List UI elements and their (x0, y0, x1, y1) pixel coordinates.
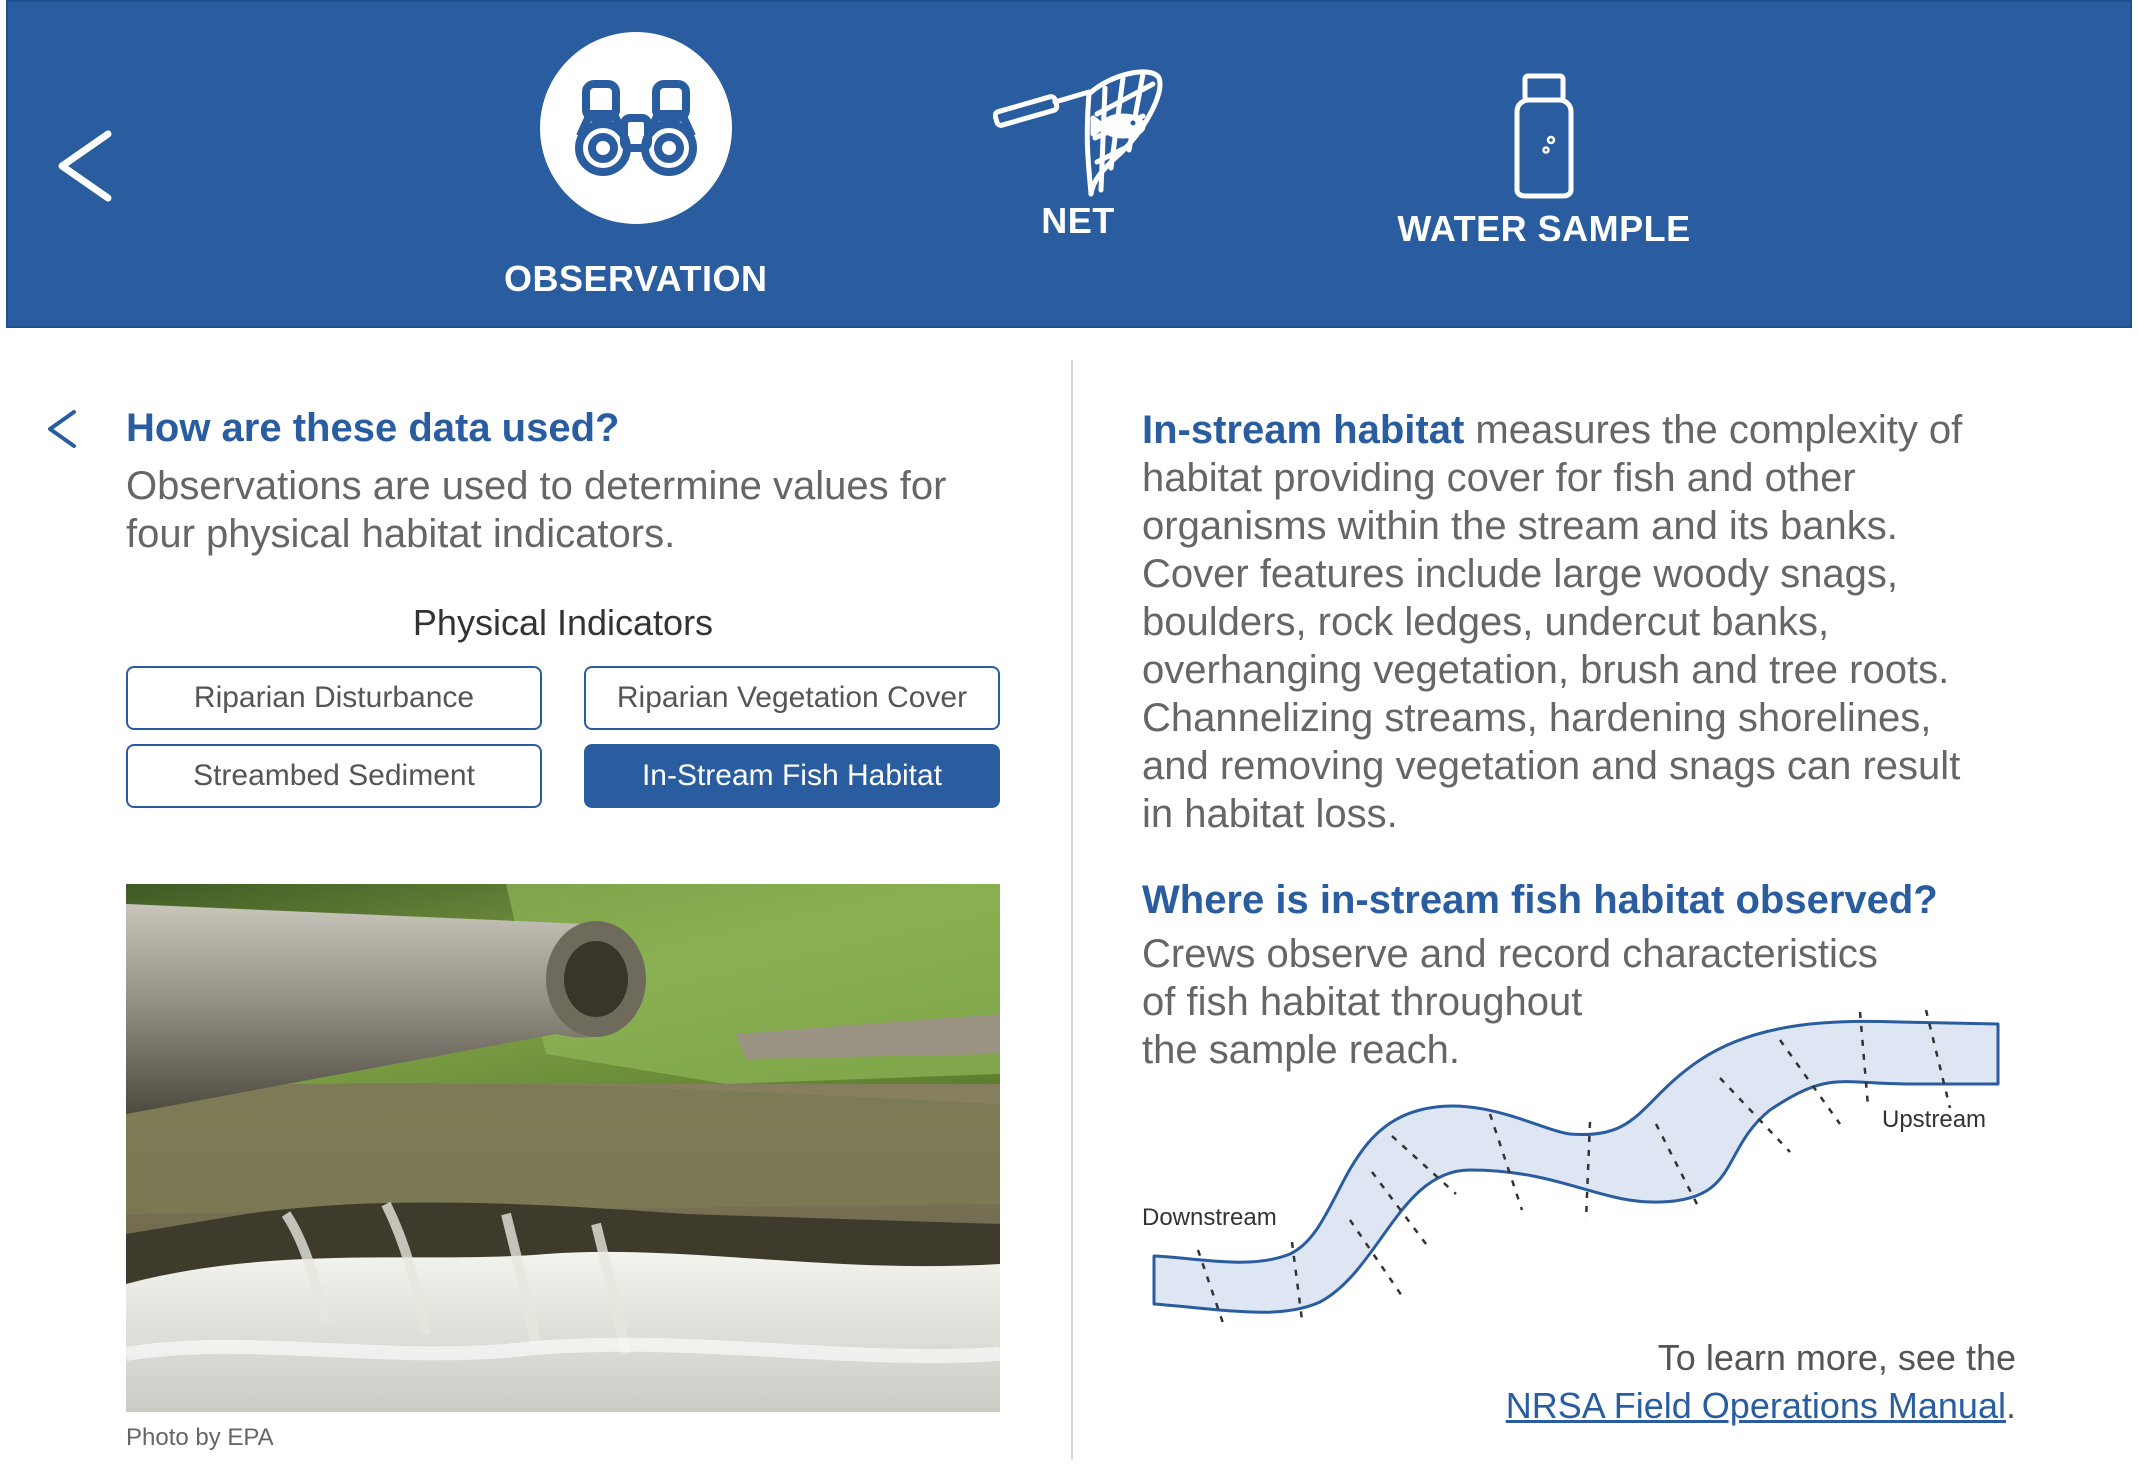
section-question: How are these data used? (126, 406, 620, 450)
downstream-label: Downstream (1142, 1204, 1277, 1231)
column-divider (1071, 360, 1073, 1460)
fish-net-icon (993, 69, 1163, 197)
indicators-title: Physical Indicators (412, 602, 714, 643)
binoculars-icon (574, 80, 697, 176)
tab-label-observation: OBSERVATION (504, 258, 768, 299)
learn-more-suffix: . (2005, 1385, 2016, 1426)
sample-bottle-icon (1514, 73, 1574, 199)
indicator-button-riparian-vegetation-cover[interactable]: Riparian Vegetation Cover (584, 666, 1000, 730)
stream-channel (1152, 1019, 2000, 1314)
stream-reach-diagram (1152, 1009, 2000, 1327)
learn-more-link-line: NRSA Field Operations Manual. (1300, 1382, 2016, 1430)
tab-label-water-sample: WATER SAMPLE (1397, 208, 1691, 249)
indicator-button-in-stream-fish-habitat[interactable]: In-Stream Fish Habitat (584, 744, 1000, 808)
habitat-description: In-stream habitat measures the complexit… (1142, 406, 2002, 838)
where-answer-line-1: Crews observe and record characteristics (1142, 932, 1878, 976)
tab-net[interactable]: NET (988, 64, 1168, 242)
back-chevron-icon[interactable] (44, 408, 80, 450)
tab-water-sample[interactable]: WATER SAMPLE (1394, 72, 1694, 250)
learn-more-prefix: To learn more, see the (1657, 1337, 2016, 1378)
photo-credit: Photo by EPA (126, 1424, 274, 1451)
indicator-button-streambed-sediment[interactable]: Streambed Sediment (126, 744, 542, 808)
observation-circle (539, 32, 732, 224)
where-question: Where is in-stream fish habitat observed… (1142, 878, 1938, 922)
habitat-lead-term: In-stream habitat (1142, 408, 1465, 452)
tab-observation[interactable]: OBSERVATION (504, 32, 768, 300)
section-answer: Observations are used to determine value… (126, 464, 947, 556)
field-manual-link[interactable]: NRSA Field Operations Manual (1506, 1385, 2006, 1426)
learn-more: To learn more, see the NRSA Field Operat… (1300, 1334, 2016, 1430)
back-arrow-icon[interactable] (52, 128, 116, 204)
upstream-label: Upstream (1882, 1106, 1987, 1133)
habitat-body: measures the complexity of habitat provi… (1142, 408, 1963, 836)
indicator-button-riparian-disturbance[interactable]: Riparian Disturbance (126, 666, 542, 730)
stream-photo (126, 884, 1000, 1412)
tab-label-net: NET (1041, 200, 1115, 241)
top-nav-bar: OBSERVATION NET WATER SAMPLE (6, 0, 2132, 328)
